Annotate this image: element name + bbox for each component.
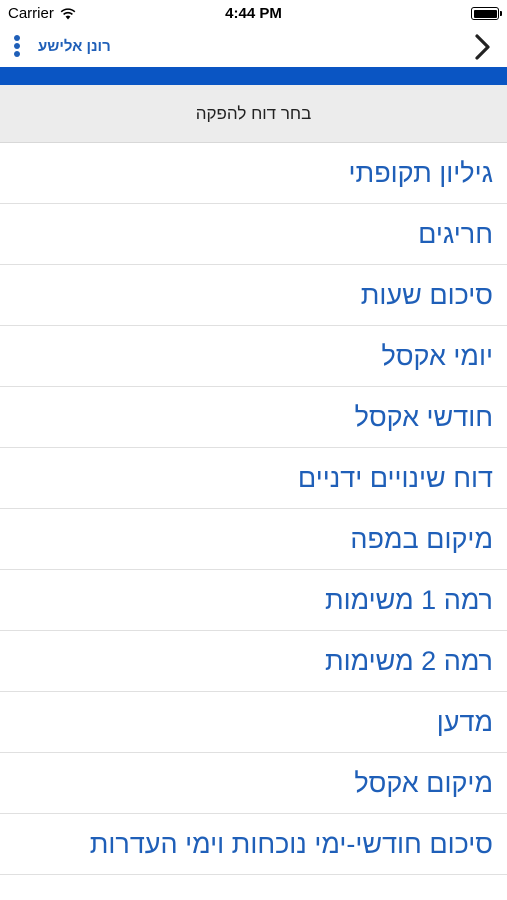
chevron-right-icon (475, 34, 490, 60)
report-item-scientist[interactable]: מדען (0, 692, 507, 753)
user-name: רונן אלישע (38, 38, 111, 55)
report-item-label: חריגים (418, 218, 493, 249)
report-item-level2-tasks[interactable]: רמה 2 משימות (0, 631, 507, 692)
battery-icon (471, 7, 502, 20)
more-vertical-icon[interactable] (12, 35, 22, 61)
nav-bar: רונן אלישע (0, 27, 507, 67)
back-button[interactable] (467, 29, 497, 65)
report-item-label: דוח שינויים ידניים (297, 462, 493, 493)
report-item-label: סיכום שעות (360, 279, 493, 310)
report-item-monthly-attendance-summary[interactable]: סיכום חודשי-ימי נוכחות וימי העדרות (0, 814, 507, 875)
report-item-periodic-sheet[interactable]: גיליון תקופתי (0, 143, 507, 204)
report-item-label: חודשי אקסל (354, 401, 493, 432)
report-item-label: מיקום במפה (350, 523, 493, 554)
status-time: 4:44 PM (225, 5, 282, 22)
report-item-label: מדען (436, 706, 493, 737)
report-item-label: מיקום אקסל (354, 767, 493, 798)
report-item-exceptions[interactable]: חריגים (0, 204, 507, 265)
status-bar: Carrier 4:44 PM (0, 0, 507, 27)
report-item-daily-excel[interactable]: יומי אקסל (0, 326, 507, 387)
section-header-title: בחר דוח להפקה (195, 103, 312, 123)
report-item-manual-changes[interactable]: דוח שינויים ידניים (0, 448, 507, 509)
report-item-level1-tasks[interactable]: רמה 1 משימות (0, 570, 507, 631)
report-item-excel-location[interactable]: מיקום אקסל (0, 753, 507, 814)
report-item-label: רמה 2 משימות (324, 645, 493, 676)
accent-strip (0, 67, 507, 85)
status-right (471, 7, 502, 20)
report-item-hours-summary[interactable]: סיכום שעות (0, 265, 507, 326)
report-item-label: יומי אקסל (381, 340, 493, 371)
section-header: בחר דוח להפקה (0, 85, 507, 143)
report-list: גיליון תקופתי חריגים סיכום שעות יומי אקס… (0, 143, 507, 875)
report-item-label: סיכום חודשי-ימי נוכחות וימי העדרות (89, 828, 493, 859)
report-item-map-location[interactable]: מיקום במפה (0, 509, 507, 570)
report-item-label: רמה 1 משימות (324, 584, 493, 615)
report-item-label: גיליון תקופתי (348, 157, 493, 188)
report-item-monthly-excel[interactable]: חודשי אקסל (0, 387, 507, 448)
battery-fill (473, 9, 497, 18)
